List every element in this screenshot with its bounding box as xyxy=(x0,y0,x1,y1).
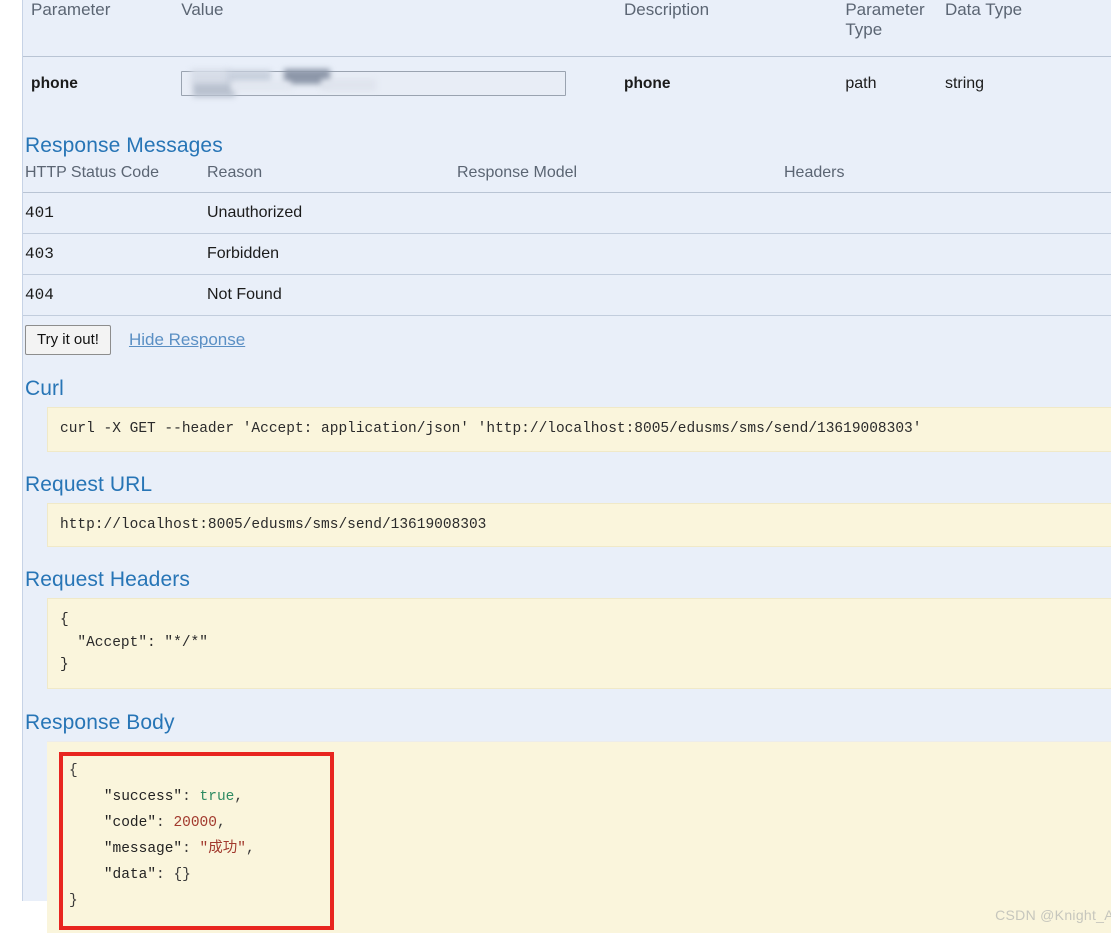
column-header-value: Value xyxy=(181,0,224,19)
request-headers-block[interactable]: { "Accept": "*/*" } xyxy=(47,598,1111,690)
response-messages-header-row: HTTP Status Code Reason Response Model H… xyxy=(23,164,1111,193)
csdn-watermark: CSDN @Knight_AL xyxy=(995,907,1111,924)
column-header-description: Description xyxy=(623,0,710,19)
parameter-type-line1: Parameter xyxy=(845,0,925,19)
curl-command-block[interactable]: curl -X GET --header 'Accept: applicatio… xyxy=(47,407,1111,452)
response-messages-table: HTTP Status Code Reason Response Model H… xyxy=(23,164,1111,316)
hide-response-link[interactable]: Hide Response xyxy=(129,330,245,350)
response-messages-title: Response Messages xyxy=(25,134,223,158)
swagger-operation-panel: Parameter Value Description Parameter Typ… xyxy=(0,0,1111,933)
parameters-table-body: phone phone path string xyxy=(23,57,1111,113)
table-row: phone phone path string xyxy=(23,57,1111,113)
headers-cell xyxy=(784,234,1111,275)
response-model-cell xyxy=(457,193,784,234)
table-row: 403 Forbidden xyxy=(23,234,1111,275)
response-model-cell xyxy=(457,234,784,275)
json-comma: , xyxy=(245,841,255,858)
reason-cell: Forbidden xyxy=(207,245,280,263)
curl-title: Curl xyxy=(25,377,64,401)
try-it-out-button[interactable]: Try it out! xyxy=(25,325,111,356)
status-code-cell: 403 xyxy=(25,245,54,264)
parameter-data-type-cell: string xyxy=(944,74,985,92)
status-code-cell: 401 xyxy=(25,204,54,223)
response-model-cell xyxy=(457,275,784,316)
json-colon: : xyxy=(182,789,200,806)
parameters-table: Parameter Value Description Parameter Typ… xyxy=(23,0,1111,112)
parameters-header-row: Parameter Value Description Parameter Typ… xyxy=(23,0,1111,57)
json-value-data: {} xyxy=(173,867,191,884)
json-value-code: 20000 xyxy=(173,815,217,832)
reason-cell: Not Found xyxy=(207,286,282,304)
column-header-data-type: Data Type xyxy=(944,0,1023,19)
json-colon: : xyxy=(156,867,174,884)
parameter-name-cell: phone xyxy=(23,57,181,113)
response-messages-table-body: 401 Unauthorized 403 Forbidden 404 Not F… xyxy=(23,193,1111,316)
json-value-success: true xyxy=(199,789,235,806)
headers-cell xyxy=(784,275,1111,316)
parameter-description-cell: phone xyxy=(624,57,845,113)
column-header-parameter-type: Parameter Type xyxy=(845,0,945,57)
column-header-http-status-code: HTTP Status Code xyxy=(25,164,159,182)
parameters-table-head: Parameter Value Description Parameter Typ… xyxy=(23,0,1111,57)
request-url-block[interactable]: http://localhost:8005/edusms/sms/send/13… xyxy=(47,502,1111,548)
parameter-type-line2: Type xyxy=(845,20,883,40)
json-comma: , xyxy=(216,815,226,832)
headers-cell xyxy=(784,193,1111,234)
response-body-json: { "success": true, "code": 20000, "messa… xyxy=(69,758,255,914)
table-row: 404 Not Found xyxy=(23,275,1111,316)
json-key-success: "success" xyxy=(103,789,183,806)
json-key-data: "data" xyxy=(103,867,157,884)
phone-value-input[interactable] xyxy=(181,71,567,97)
json-value-message: "成功" xyxy=(199,841,246,858)
table-row: 401 Unauthorized xyxy=(23,193,1111,234)
parameter-type-cell: path xyxy=(845,74,877,92)
json-brace-open: { xyxy=(69,763,78,780)
json-key-message: "message" xyxy=(103,841,183,858)
json-comma: , xyxy=(234,789,244,806)
reason-cell: Unauthorized xyxy=(207,204,303,222)
json-key-code: "code" xyxy=(103,815,157,832)
column-header-parameter: Parameter xyxy=(31,0,111,19)
parameter-name: phone xyxy=(31,74,78,92)
response-body-block[interactable]: { "success": true, "code": 20000, "messa… xyxy=(47,741,1111,933)
parameter-description: phone xyxy=(623,74,671,92)
column-header-reason: Reason xyxy=(207,164,263,182)
json-brace-close: } xyxy=(69,893,78,910)
column-header-headers: Headers xyxy=(784,164,845,182)
action-row: Try it out! Hide Response xyxy=(23,316,1111,356)
parameter-value-input-wrap xyxy=(181,69,567,98)
response-messages-table-head: HTTP Status Code Reason Response Model H… xyxy=(23,164,1111,193)
column-header-response-model: Response Model xyxy=(457,164,578,182)
json-colon: : xyxy=(156,815,174,832)
status-code-cell: 404 xyxy=(25,286,54,305)
request-url-title: Request URL xyxy=(25,472,153,496)
json-colon: : xyxy=(182,841,200,858)
parameter-value-cell xyxy=(181,57,624,113)
response-body-title: Response Body xyxy=(25,711,175,735)
operation-content: Parameter Value Description Parameter Typ… xyxy=(22,0,1111,933)
request-headers-title: Request Headers xyxy=(25,568,190,592)
